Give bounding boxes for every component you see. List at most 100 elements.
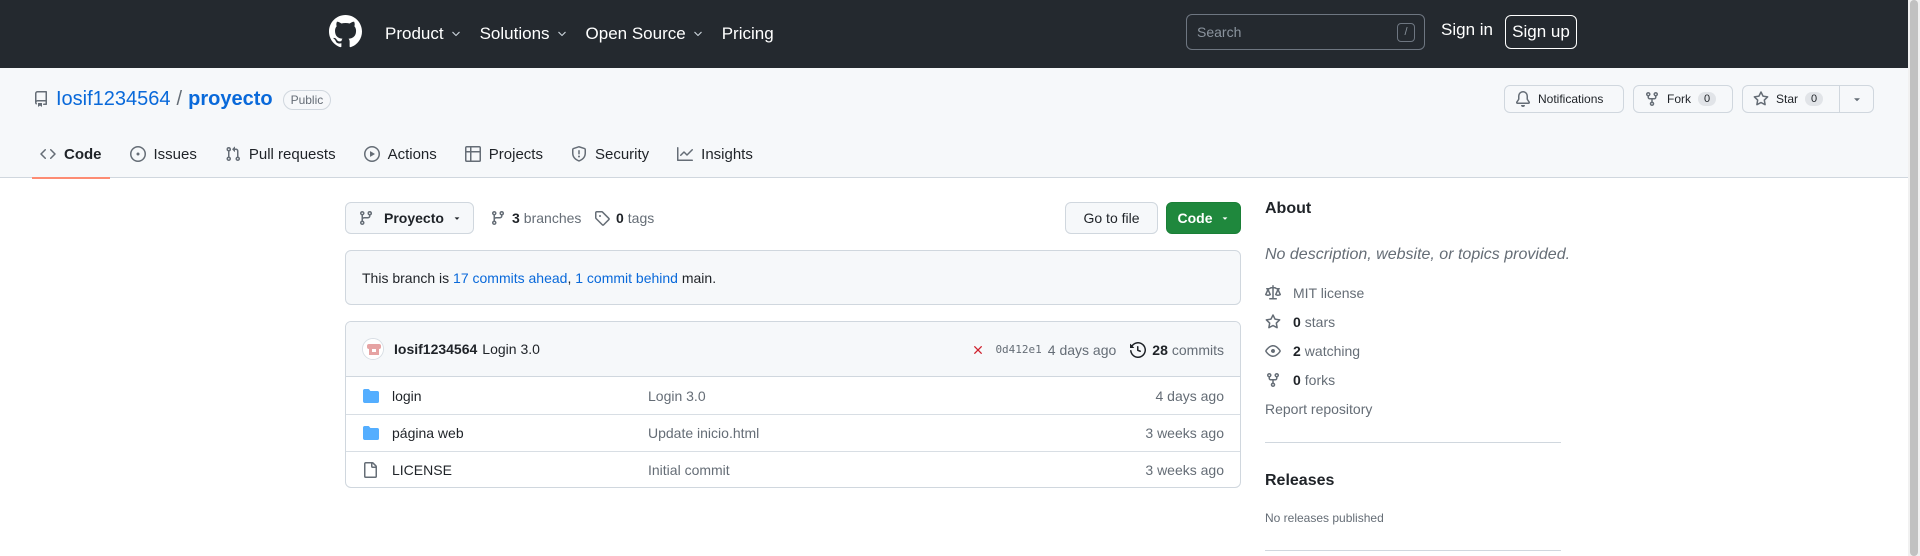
nav-label: Pricing <box>721 24 774 43</box>
repo-separator: / <box>176 88 183 110</box>
star-counter: 0 <box>1805 92 1824 106</box>
tab-security[interactable]: Security <box>563 130 657 178</box>
global-nav: Product Solutions Open Source Pricing <box>385 0 792 68</box>
folder-icon <box>362 425 380 441</box>
go-to-file-button[interactable]: Go to file <box>1065 202 1158 234</box>
repo-header: Iosif1234564 / proyecto Public Notificat… <box>0 68 1908 179</box>
file-browser: Iosif1234564 Login 3.0 0d412e1 4 days ag… <box>345 321 1241 488</box>
sidebar-divider <box>1265 442 1561 443</box>
tag-icon <box>594 210 610 226</box>
commits-ahead-link[interactable]: 17 commits ahead <box>453 270 567 286</box>
avatar[interactable] <box>362 338 384 360</box>
file-commit-message-link[interactable]: Login 3.0 <box>648 388 706 404</box>
x-icon[interactable] <box>971 343 985 357</box>
table-row[interactable]: LICENSE Initial commit 3 weeks ago <box>346 451 1240 487</box>
commit-author-link[interactable]: Iosif1234564 <box>394 341 477 357</box>
git-branch-icon <box>358 210 374 226</box>
star-list-dropdown[interactable] <box>1839 85 1874 113</box>
commit-sha-link[interactable]: 0d412e1 <box>995 343 1041 356</box>
nav-pricing[interactable]: Pricing <box>722 16 774 52</box>
repo-tabs: Code Issues Pull requests Actions Projec… <box>32 130 773 179</box>
table-row[interactable]: login Login 3.0 4 days ago <box>346 377 1240 414</box>
notifications-label: Notifications <box>1538 92 1604 106</box>
file-icon <box>362 462 380 478</box>
law-icon <box>1265 285 1281 301</box>
branch-name: Proyecto <box>384 210 444 226</box>
folder-icon <box>362 388 380 404</box>
file-name-link[interactable]: login <box>392 388 648 404</box>
notifications-button[interactable]: Notifications <box>1504 85 1624 113</box>
bell-icon <box>1515 91 1531 107</box>
repo-name-link[interactable]: proyecto <box>188 88 272 111</box>
chevron-down-icon <box>450 28 462 40</box>
tab-pull-requests[interactable]: Pull requests <box>217 130 344 178</box>
tags-link[interactable]: 0 tags <box>594 210 654 226</box>
commit-message-link[interactable]: Login 3.0 <box>482 341 540 357</box>
file-name-link[interactable]: página web <box>392 425 648 441</box>
table-row[interactable]: página web Update inicio.html 3 weeks ag… <box>346 414 1240 451</box>
nav-label: Solutions <box>479 24 550 43</box>
triangle-down-icon <box>452 213 462 223</box>
commits-count: 28 <box>1152 341 1168 358</box>
star-icon <box>1265 314 1281 330</box>
watching-count: 2 <box>1293 343 1301 359</box>
search-placeholder: Search <box>1197 24 1242 40</box>
issue-opened-icon <box>129 146 146 162</box>
file-name-link[interactable]: LICENSE <box>392 462 648 478</box>
forks-link[interactable]: 0 forks <box>1265 372 1335 388</box>
license-link[interactable]: MIT license <box>1265 285 1364 301</box>
stars-link[interactable]: 0 stars <box>1265 314 1335 330</box>
commits-history-link[interactable]: 28 commits <box>1130 342 1224 358</box>
commits-behind-link[interactable]: 1 commit behind <box>575 270 678 286</box>
triangle-down-icon <box>1220 213 1230 223</box>
about-description: No description, website, or topics provi… <box>1265 246 1571 263</box>
tab-issues[interactable]: Issues <box>122 130 205 178</box>
chevron-down-icon <box>556 28 568 40</box>
nav-product[interactable]: Product <box>385 16 462 52</box>
nav-open-source[interactable]: Open Source <box>586 16 704 52</box>
triangle-down-icon <box>1851 93 1863 105</box>
repo-owner-link[interactable]: Iosif1234564 <box>56 88 171 111</box>
fork-counter: 0 <box>1698 92 1717 106</box>
sign-up-button[interactable]: Sign up <box>1505 15 1577 49</box>
tab-projects[interactable]: Projects <box>457 130 551 178</box>
branches-link[interactable]: 3 branches <box>490 210 581 226</box>
code-icon <box>40 146 56 162</box>
code-button-label: Code <box>1177 210 1213 226</box>
watchers-link[interactable]: 2 watching <box>1265 343 1360 359</box>
license-label: MIT license <box>1293 285 1365 301</box>
file-age: 3 weeks ago <box>1145 462 1224 478</box>
file-commit-message-link[interactable]: Update inicio.html <box>648 425 759 441</box>
tab-insights[interactable]: Insights <box>669 130 761 178</box>
tab-label: Actions <box>387 145 437 163</box>
file-age: 4 days ago <box>1155 387 1225 404</box>
star-button[interactable]: Star 0 <box>1742 85 1840 113</box>
watching-label: watching <box>1304 343 1361 359</box>
page-scrollbar[interactable] <box>1908 0 1920 556</box>
tab-label: Issues <box>153 145 197 163</box>
nav-label: Open Source <box>585 24 686 43</box>
github-logo-icon[interactable] <box>329 15 362 48</box>
about-heading: About <box>1265 200 1312 217</box>
repo-title: Iosif1234564 / proyecto Public <box>56 88 332 111</box>
file-age: 3 weeks ago <box>1145 425 1224 441</box>
tab-code[interactable]: Code <box>32 130 110 179</box>
play-icon <box>363 146 380 162</box>
nav-solutions[interactable]: Solutions <box>480 16 568 52</box>
star-icon <box>1753 91 1769 107</box>
search-input[interactable]: Search / <box>1186 14 1425 50</box>
fork-button[interactable]: Fork 0 <box>1633 85 1733 113</box>
releases-heading[interactable]: Releases <box>1265 472 1334 490</box>
repo-icon <box>33 91 49 107</box>
tab-label: Projects <box>488 145 543 163</box>
scrollbar-thumb[interactable] <box>1910 0 1918 556</box>
branch-selector[interactable]: Proyecto <box>345 202 474 234</box>
forks-label: forks <box>1304 372 1336 388</box>
file-commit-message-link[interactable]: Initial commit <box>648 462 730 478</box>
sign-in-link[interactable]: Sign in <box>1441 20 1493 40</box>
code-dropdown-button[interactable]: Code <box>1166 202 1241 234</box>
report-repository-link[interactable]: Report repository <box>1265 401 1372 417</box>
tab-actions[interactable]: Actions <box>356 130 445 178</box>
forks-count: 0 <box>1293 372 1301 388</box>
branch-comparison: This branch is 17 commits ahead, 1 commi… <box>345 250 1241 305</box>
